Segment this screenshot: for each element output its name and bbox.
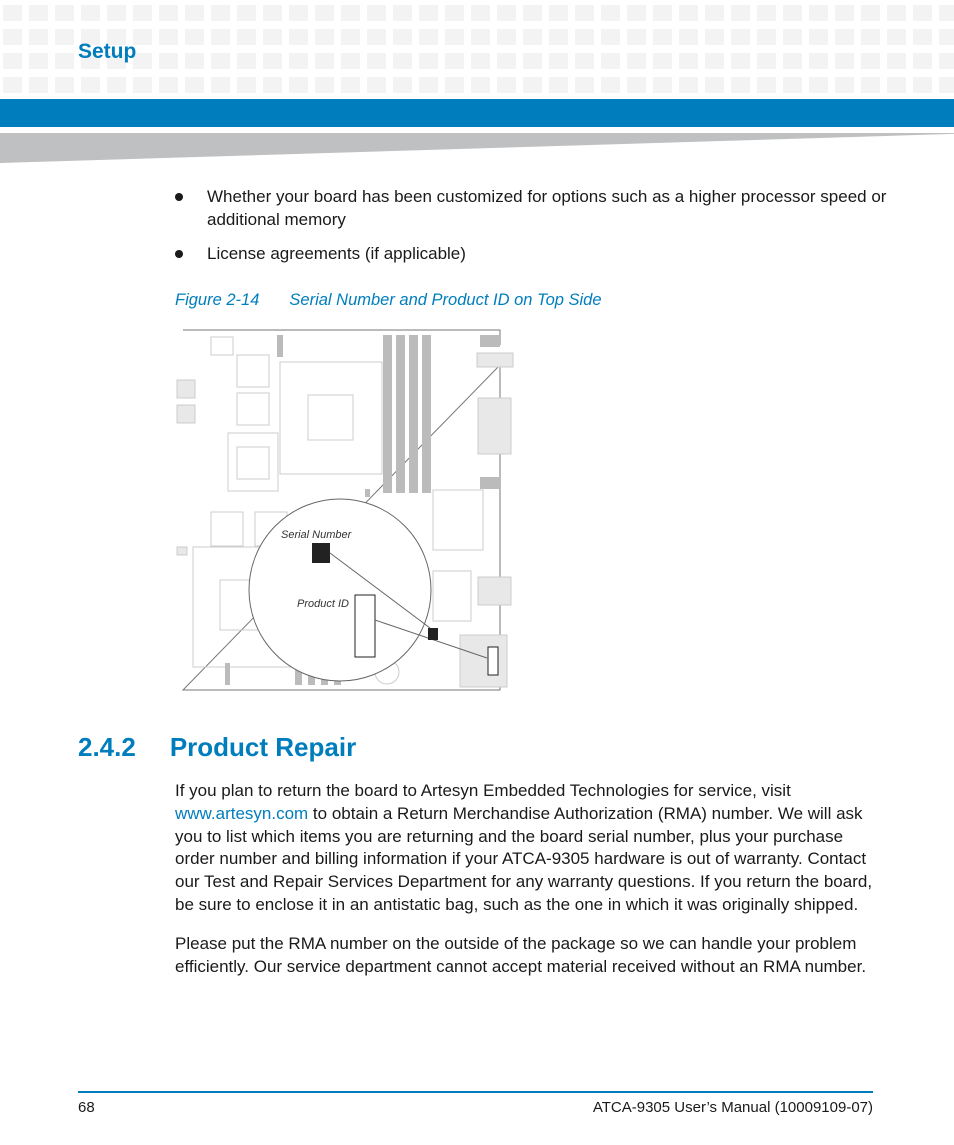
serial-label-image <box>312 543 330 563</box>
header-pattern <box>3 53 954 69</box>
header-wedge <box>0 133 954 163</box>
bullet-icon <box>175 193 183 201</box>
product-id-label-image <box>354 594 376 658</box>
figure-caption: Figure 2-14 Serial Number and Product ID … <box>175 291 602 309</box>
artesyn-link[interactable]: www.artesyn.com <box>175 804 308 823</box>
header-pattern <box>3 77 954 93</box>
product-id-label: Product ID <box>297 598 349 610</box>
paragraph: Please put the RMA number on the outside… <box>175 934 867 976</box>
manual-page: Setup Whether your board has been custom… <box>0 0 954 1145</box>
section-heading: 2.4.2 Product Repair <box>78 732 357 762</box>
header-bar <box>0 99 954 127</box>
section-header: Setup <box>78 40 137 63</box>
manual-title: ATCA-9305 User’s Manual (10009109-07) <box>592 1099 873 1116</box>
board-figure: Serial Number Product ID <box>176 329 514 691</box>
header-pattern <box>3 29 954 45</box>
paragraph: If you plan to return the board to Artes… <box>175 781 873 914</box>
bullet-icon <box>175 250 183 258</box>
page-number: 68 <box>78 1099 95 1116</box>
serial-number-label: Serial Number <box>281 529 353 541</box>
footer-divider <box>78 1091 873 1093</box>
header-pattern <box>3 5 954 21</box>
